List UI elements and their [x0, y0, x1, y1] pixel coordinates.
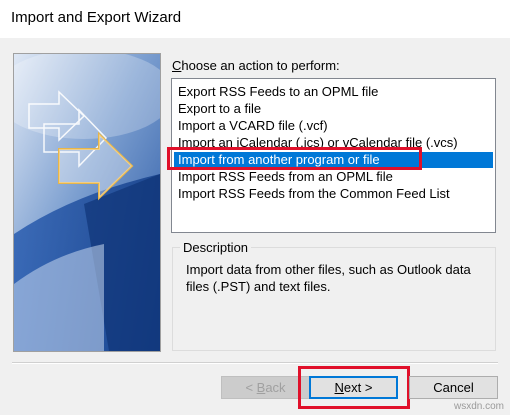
next-button-annotation: [298, 366, 410, 409]
title-bar[interactable]: Import and Export Wizard: [0, 0, 510, 38]
watermark: wsxdn.com: [453, 401, 504, 412]
description-text: Import data from other files, such as Ou…: [186, 262, 471, 294]
back-prefix: <: [245, 380, 257, 395]
list-item-export-rss-opml[interactable]: Export RSS Feeds to an OPML file: [174, 84, 493, 100]
selected-item-annotation: [167, 147, 422, 170]
list-item-import-vcard[interactable]: Import a VCARD file (.vcf): [174, 118, 493, 134]
cancel-button[interactable]: Cancel: [409, 376, 498, 399]
title-bar-fade: [390, 0, 510, 38]
back-button[interactable]: < Back: [221, 376, 310, 399]
action-prompt-label: Choose an action to perform:: [172, 58, 340, 73]
list-item-import-rss-opml[interactable]: Import RSS Feeds from an OPML file: [174, 169, 493, 185]
back-label: ack: [265, 380, 286, 395]
list-item-export-to-file[interactable]: Export to a file: [174, 101, 493, 117]
wizard-arrows-illustration: [14, 54, 160, 351]
description-label: Description: [180, 240, 252, 255]
button-separator: [12, 362, 498, 364]
prompt-accelerator: C: [172, 58, 182, 73]
list-item-import-rss-common-feed[interactable]: Import RSS Feeds from the Common Feed Li…: [174, 186, 493, 202]
window-title: Import and Export Wizard: [11, 9, 182, 26]
prompt-text: hoose an action to perform:: [181, 58, 340, 73]
import-export-wizard-window: Import and Export Wizard Choose an actio…: [0, 0, 510, 415]
wizard-side-graphic: [13, 53, 161, 352]
